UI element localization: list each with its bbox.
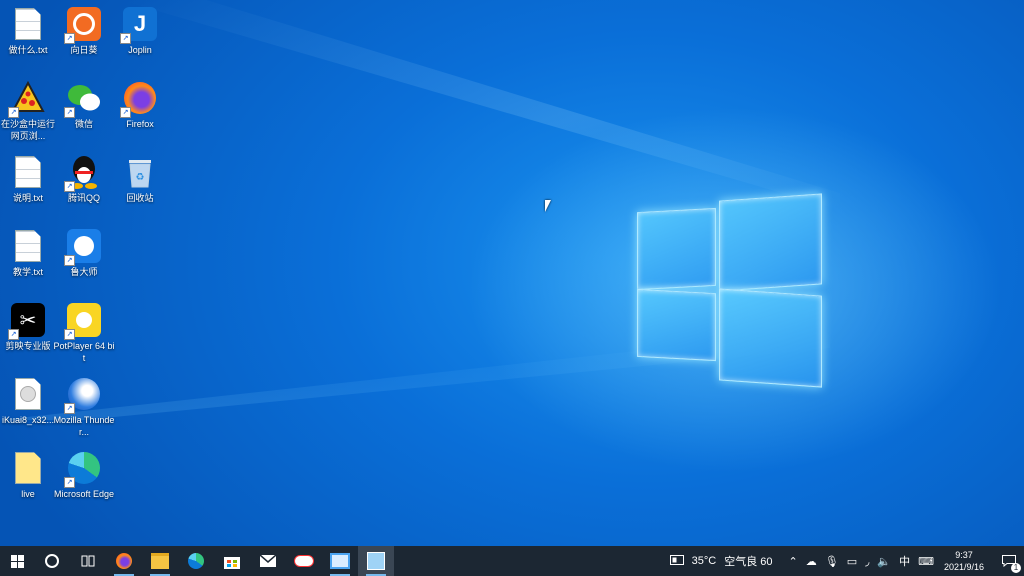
store-icon[interactable]: [214, 546, 250, 576]
icon-label: PotPlayer 64 bit: [53, 341, 115, 363]
edge-icon: ↗: [64, 450, 102, 488]
ludashi-icon: ↗: [64, 228, 102, 266]
icon-label: 腾讯QQ: [67, 193, 100, 203]
weather-icon[interactable]: [669, 554, 684, 568]
logo-pane: [637, 288, 716, 362]
icon-label: 在沙盒中运行网页浏...: [0, 119, 55, 141]
sandbox-icon: ↗: [8, 80, 46, 118]
thunderbird-icon: ↗: [64, 376, 102, 414]
desktop-icon-ikuai[interactable]: iKuai8_x32...: [0, 370, 60, 442]
desktop-icon-edge[interactable]: ↗ Microsoft Edge: [52, 444, 116, 524]
remote-app-icon[interactable]: [358, 546, 394, 576]
text-file-icon: [10, 6, 46, 42]
desktop[interactable]: 做什么.txt ↗ 在沙盒中运行网页浏... 说明.txt 教学.txt ✂ ↗…: [0, 0, 1024, 546]
notification-badge: 1: [1011, 563, 1021, 573]
icon-label: 教学.txt: [12, 267, 43, 277]
desktop-icon-sunflower[interactable]: ↗ 向日葵: [52, 0, 116, 72]
icon-label: iKuai8_x32...: [1, 415, 55, 425]
text-file-icon: [10, 154, 46, 190]
search-circle-icon[interactable]: [34, 546, 70, 576]
icon-label: Microsoft Edge: [53, 489, 115, 499]
svg-text:♻: ♻: [136, 172, 145, 183]
air-quality[interactable]: 空气良 60: [724, 553, 772, 569]
text-file-icon: [10, 228, 46, 264]
windows-start-icon[interactable]: [0, 546, 34, 576]
qq-penguin-icon: ↗: [64, 154, 102, 192]
mouse-cursor: [545, 200, 551, 212]
potplayer-icon: ↗: [64, 302, 102, 340]
logo-pane: [719, 288, 822, 388]
icon-label: Joplin: [128, 45, 152, 55]
system-tray: 35°C 空气良 60 ⌃ ☁ 🎙 ▭ ◞ 🔈 中 ⌨ 9:37 2021/9/…: [666, 546, 1024, 576]
weather-temp[interactable]: 35°C: [692, 555, 717, 567]
task-view-icon[interactable]: [70, 546, 106, 576]
desktop-icon-firefox[interactable]: ↗ Firefox: [108, 74, 172, 146]
desktop-icon-thunderbird[interactable]: ↗ Mozilla Thunder...: [52, 370, 116, 450]
microphone-icon[interactable]: 🎙: [825, 555, 839, 568]
battery-icon[interactable]: ▭: [847, 555, 857, 568]
icon-label: 剪映专业版: [5, 341, 51, 351]
joplin-icon: J ↗: [120, 6, 158, 44]
desktop-icon-capcut[interactable]: ✂ ↗ 剪映专业版: [0, 296, 60, 368]
icon-label: 微信: [74, 119, 93, 129]
cloud-icon[interactable]: ☁: [806, 555, 817, 568]
desktop-icon-teaching-txt[interactable]: 教学.txt: [0, 222, 60, 294]
network-icon[interactable]: ◞: [865, 555, 869, 568]
file-explorer-icon[interactable]: [142, 546, 178, 576]
firefox-icon: ↗: [120, 80, 158, 118]
cloud-app-icon[interactable]: [286, 546, 322, 576]
desktop-icon-qq[interactable]: ↗ 腾讯QQ: [52, 148, 116, 220]
image-file-icon: [10, 450, 46, 486]
recycle-bin-icon: ♻: [122, 154, 158, 190]
chevron-up-icon[interactable]: ⌃: [789, 555, 798, 568]
capcut-icon: ✂ ↗: [8, 302, 46, 340]
volume-icon[interactable]: 🔈: [877, 555, 891, 568]
keyboard-icon[interactable]: ⌨: [918, 555, 934, 568]
sunflower-icon: ↗: [64, 6, 102, 44]
logo-pane: [637, 207, 716, 291]
desktop-icon-recycle-bin[interactable]: ♻ 回收站: [108, 148, 172, 220]
icon-label: 向日葵: [70, 45, 98, 55]
icon-label: 回收站: [126, 193, 154, 203]
ime-indicator[interactable]: 中: [899, 553, 910, 569]
disc-image-icon: [10, 376, 46, 412]
logo-pane: [719, 193, 822, 292]
light-beam: [120, 0, 840, 210]
monitor-app-icon[interactable]: [322, 546, 358, 576]
desktop-icon-sandbox-browser[interactable]: ↗ 在沙盒中运行网页浏...: [0, 74, 60, 154]
icon-label: Mozilla Thunder...: [53, 415, 115, 437]
desktop-icon-wechat[interactable]: ↗ 微信: [52, 74, 116, 146]
mail-icon[interactable]: [250, 546, 286, 576]
desktop-icon-live[interactable]: live: [0, 444, 60, 516]
clock-time: 9:37: [955, 550, 973, 560]
taskbar: 35°C 空气良 60 ⌃ ☁ 🎙 ▭ ◞ 🔈 中 ⌨ 9:37 2021/9/…: [0, 546, 1024, 576]
icon-label: 鲁大师: [70, 267, 98, 277]
edge-icon[interactable]: [178, 546, 214, 576]
firefox-icon[interactable]: [106, 546, 142, 576]
wechat-icon: ↗: [64, 80, 102, 118]
icon-label: 说明.txt: [12, 193, 43, 203]
desktop-icon-joplin[interactable]: J ↗ Joplin: [108, 0, 172, 72]
desktop-icon-todo-txt[interactable]: 做什么.txt: [0, 0, 60, 72]
desktop-icon-potplayer[interactable]: ↗ PotPlayer 64 bit: [52, 296, 116, 376]
icon-label: Firefox: [126, 119, 154, 129]
clock[interactable]: 9:37 2021/9/16: [944, 549, 984, 573]
notification-icon[interactable]: 1: [994, 546, 1024, 576]
desktop-icon-ludashi[interactable]: ↗ 鲁大师: [52, 222, 116, 294]
clock-date: 2021/9/16: [943, 562, 984, 572]
icon-label: live: [21, 489, 35, 499]
icon-label: 做什么.txt: [8, 45, 48, 55]
desktop-icon-readme-txt[interactable]: 说明.txt: [0, 148, 60, 220]
